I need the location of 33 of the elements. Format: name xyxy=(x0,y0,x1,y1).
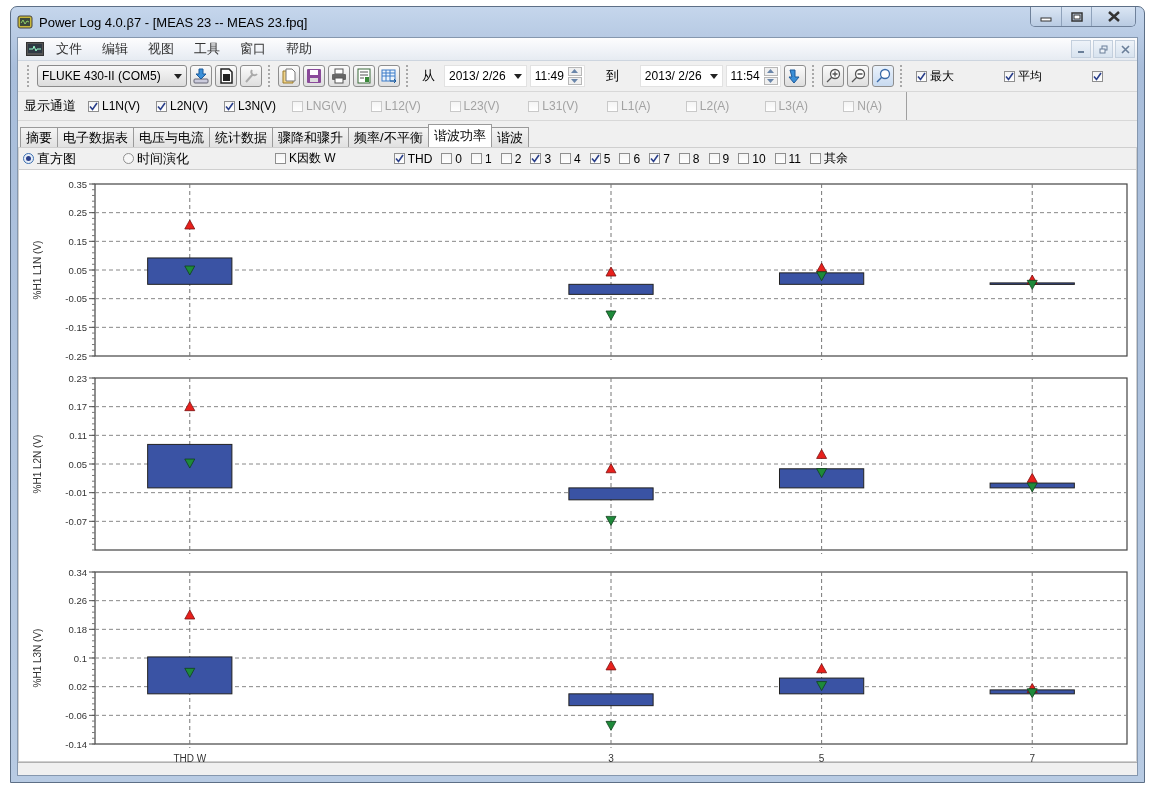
axis-tick-label: 3 xyxy=(608,753,614,764)
channels-label: 显示通道 xyxy=(24,97,76,115)
axis-tick-label: 0.23 xyxy=(68,372,87,384)
from-label: 从 xyxy=(421,67,436,85)
window-title: Power Log 4.0.β7 - [MEAS 23 -- MEAS 23.fpq] xyxy=(39,15,308,30)
axis-title: %H1 L2N (V) xyxy=(32,434,43,494)
axis-tick-label: 0.15 xyxy=(68,235,87,247)
axis-tick-label: -0.14 xyxy=(65,738,87,750)
axis-tick-label: 0.18 xyxy=(68,623,87,635)
axis-tick-label: -0.15 xyxy=(65,321,87,333)
axis-tick-label: -0.01 xyxy=(65,487,87,499)
axis-tick-label: 0.05 xyxy=(68,458,87,470)
axis-tick-label: THD W xyxy=(173,753,207,764)
radio-label: 时间演化 xyxy=(137,149,189,168)
axis-tick-label: 0.02 xyxy=(68,681,87,693)
axis-tick-label: -0.05 xyxy=(65,293,87,305)
axis-tick-label: 0.1 xyxy=(73,652,87,664)
axis-title: %H1 L3N (V) xyxy=(32,628,43,688)
axis-tick-label: 0.25 xyxy=(68,207,87,219)
axis-tick-label: 0.05 xyxy=(68,264,87,276)
to-label: 到 xyxy=(604,67,620,85)
axis-title: %H1 L1N (V) xyxy=(32,240,43,300)
axis-tick-label: 5 xyxy=(818,753,825,764)
axis-tick-label: 0.11 xyxy=(69,429,87,441)
radio-label: 直方图 xyxy=(37,149,76,168)
axis-tick-label: -0.25 xyxy=(65,350,87,362)
axis-tick-label: 0.35 xyxy=(68,178,87,190)
axis-tick-label: 7 xyxy=(1029,753,1035,764)
axis-tick-label: -0.07 xyxy=(65,515,87,527)
axis-tick-label: 0.26 xyxy=(68,595,87,607)
axis-tick-label: 0.34 xyxy=(68,566,87,578)
axis-tick-label: -0.06 xyxy=(65,709,87,721)
axis-tick-label: 0.17 xyxy=(68,401,87,413)
